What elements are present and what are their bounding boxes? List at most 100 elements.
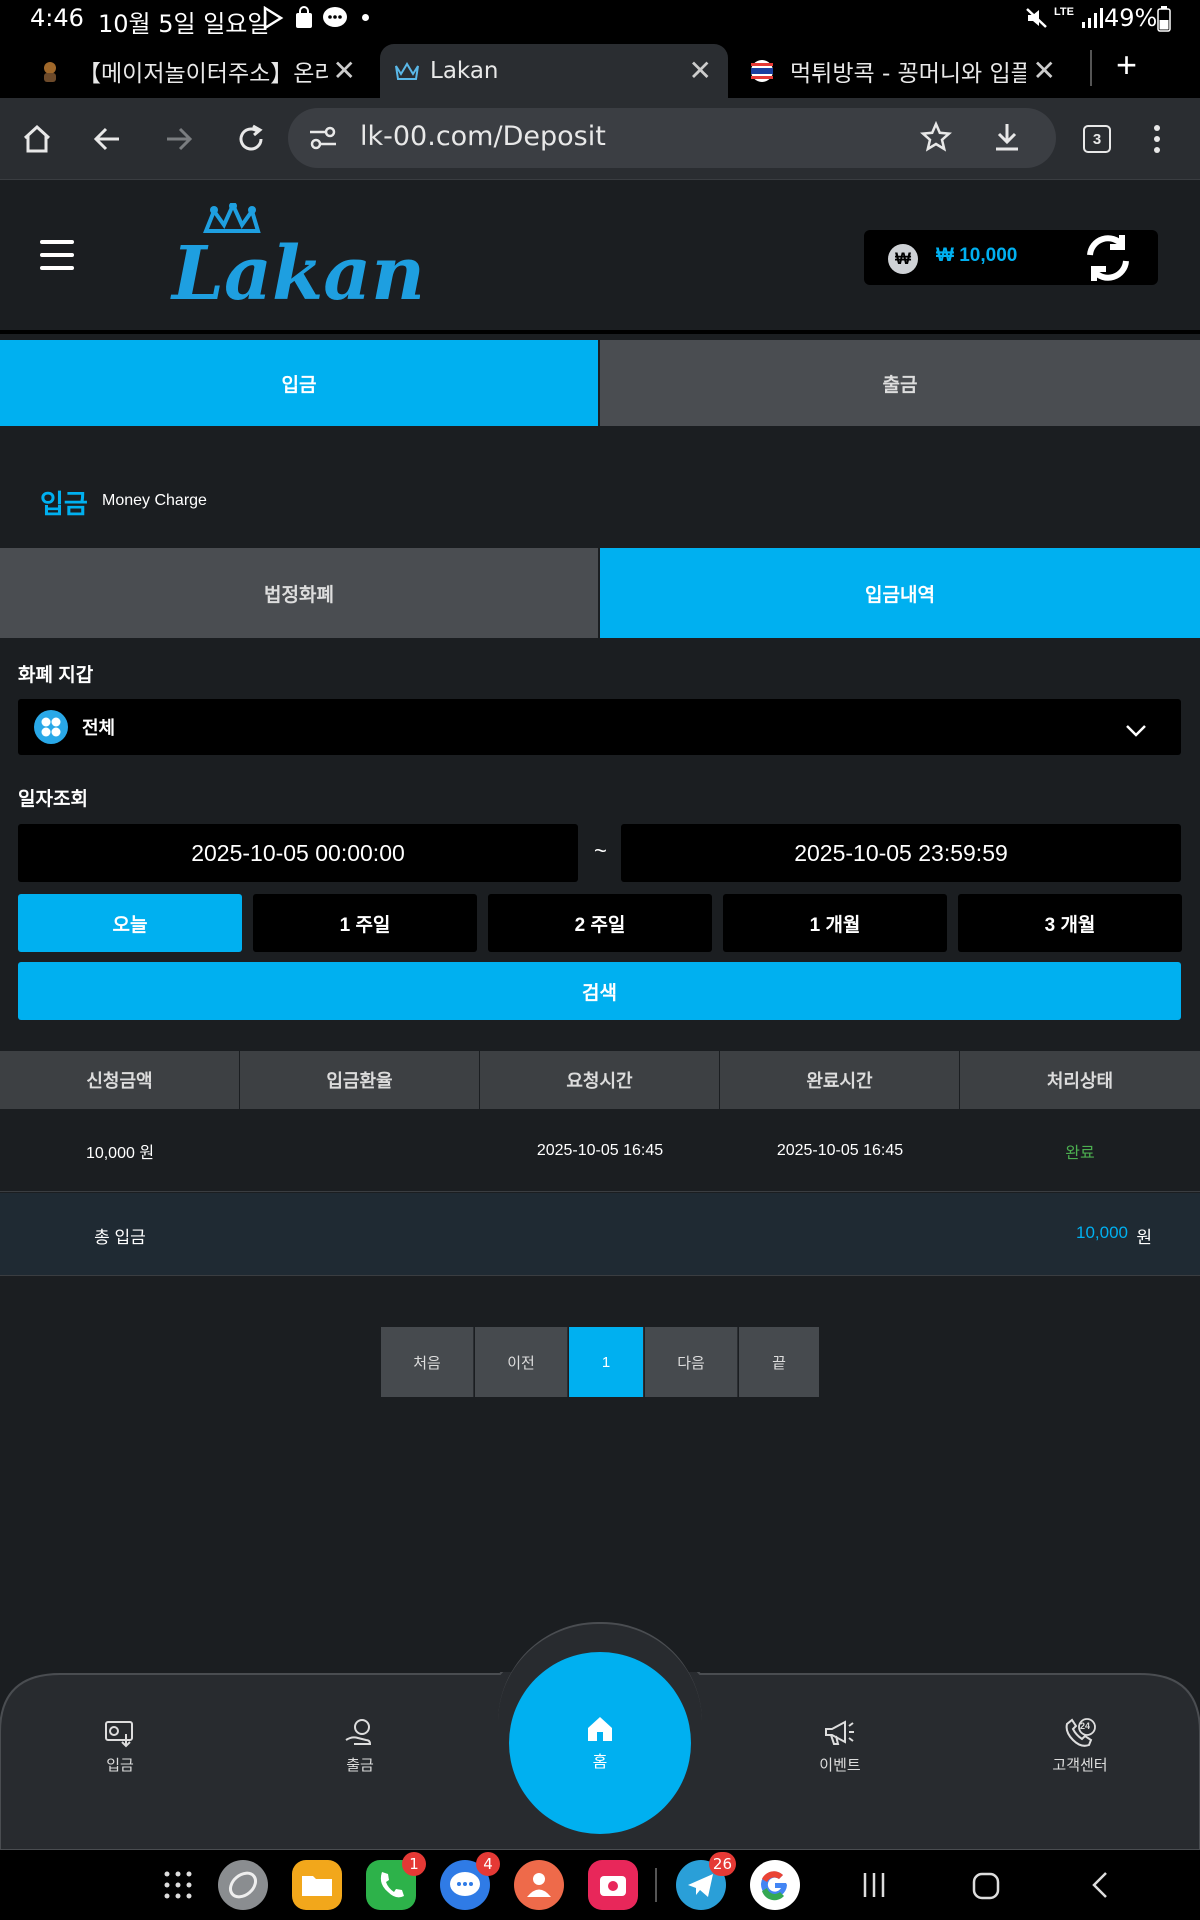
column-header-rate: 입금환율 — [240, 1051, 480, 1109]
end-date-input[interactable]: 2025-10-05 23:59:59 — [621, 824, 1181, 882]
tab-deposit-history[interactable]: 입금내역 — [600, 548, 1200, 638]
total-value: 10,000 — [1076, 1223, 1128, 1242]
mute-icon — [1024, 6, 1050, 35]
close-tab-icon[interactable]: ✕ — [333, 54, 356, 87]
chat-bubble-icon — [322, 6, 348, 35]
site-settings-icon[interactable] — [308, 123, 338, 158]
app-drawer-icon[interactable] — [163, 1870, 193, 1905]
messages-app-icon[interactable]: 4 — [440, 1852, 500, 1910]
forward-icon[interactable] — [156, 116, 202, 162]
signal-icon — [1080, 6, 1104, 35]
chevron-down-icon — [1125, 717, 1147, 744]
site-header: Lakan ₩ ₩ 10,000 — [0, 181, 1200, 334]
megaphone-icon — [825, 1720, 854, 1745]
date-filter-label: 일자조회 — [18, 789, 88, 810]
period-1week-button[interactable]: 1 주일 — [253, 894, 477, 952]
tab-deposit[interactable]: 입금 — [0, 340, 598, 426]
page-prev-button[interactable]: 이전 — [475, 1327, 568, 1397]
nav-withdraw[interactable]: 출금 — [300, 1718, 420, 1775]
logo-text: Lakan — [170, 231, 420, 313]
browser-tab-title: Lakan — [430, 58, 499, 84]
notification-dot-icon — [362, 14, 369, 21]
balance-amount: ₩ 10,000 — [936, 245, 1018, 266]
hamburger-menu-icon[interactable] — [40, 240, 74, 279]
recents-icon[interactable] — [862, 1872, 886, 1903]
nav-deposit[interactable]: 입금 — [60, 1718, 180, 1775]
all-wallets-icon — [34, 710, 68, 744]
nav-event-label: 이벤트 — [819, 1757, 861, 1774]
cell-completed: 2025-10-05 16:45 — [776, 1142, 904, 1159]
files-app-icon[interactable] — [292, 1860, 342, 1910]
contacts-app-icon[interactable] — [514, 1860, 564, 1910]
search-button[interactable]: 검색 — [18, 962, 1181, 1020]
page-current-button[interactable]: 1 — [569, 1327, 644, 1397]
wallet-balance-box: ₩ ₩ 10,000 — [864, 230, 1158, 285]
google-app-icon[interactable] — [750, 1860, 800, 1910]
deposit-icon — [105, 1721, 133, 1748]
browser-tab-title: 먹튀방콕 - 꽁머니와 입플 주는 — [790, 61, 1026, 87]
camera-app-icon[interactable] — [588, 1860, 638, 1910]
period-today-button[interactable]: 오늘 — [18, 894, 242, 952]
battery-icon — [1157, 6, 1171, 37]
wallet-select[interactable]: 전체 — [18, 699, 1181, 755]
back-nav-icon[interactable] — [1090, 1870, 1110, 1905]
column-header-requested: 요청시간 — [480, 1051, 720, 1109]
refresh-balance-icon[interactable] — [1082, 233, 1134, 288]
page-last-button[interactable]: 끝 — [739, 1327, 819, 1397]
tab-withdraw[interactable]: 출금 — [600, 340, 1200, 426]
tab-switcher-button[interactable]: 3 — [1074, 116, 1120, 162]
browser-tab-2-active[interactable]: Lakan ✕ — [380, 44, 728, 98]
total-label: 총 입금 — [94, 1228, 146, 1247]
column-header-status: 처리상태 — [960, 1051, 1200, 1109]
cell-status: 완료 — [1065, 1145, 1095, 1162]
telegram-app-icon[interactable]: 26 — [676, 1852, 736, 1910]
close-tab-icon[interactable]: ✕ — [689, 54, 712, 87]
tab-count: 3 — [1083, 125, 1111, 153]
page-first-button[interactable]: 처음 — [381, 1327, 474, 1397]
download-icon[interactable] — [992, 121, 1022, 158]
reload-icon[interactable] — [228, 116, 274, 162]
new-tab-icon[interactable]: + — [1116, 44, 1137, 86]
dock-divider — [655, 1868, 657, 1902]
period-2week-button[interactable]: 2 주일 — [488, 894, 712, 952]
internet-app-icon[interactable] — [218, 1860, 268, 1910]
browser-toolbar: lk-00.com/Deposit 3 — [0, 98, 1200, 180]
cell-rate — [240, 1110, 480, 1192]
tab-divider — [1090, 50, 1092, 86]
phone-app-icon[interactable]: 1 — [366, 1852, 426, 1910]
period-3month-button[interactable]: 3 개월 — [958, 894, 1182, 952]
withdraw-icon — [345, 1719, 372, 1745]
home-nav-icon[interactable] — [972, 1872, 1000, 1905]
site-logo[interactable]: Lakan — [170, 200, 425, 317]
nav-home-label: 홈 — [592, 1754, 608, 1771]
status-date: 10월 5일 일요일 — [98, 10, 270, 38]
more-menu-icon[interactable] — [1134, 116, 1180, 162]
messages-badge: 4 — [476, 1852, 500, 1876]
period-1month-button[interactable]: 1 개월 — [723, 894, 947, 952]
status-time: 4:46 — [30, 4, 84, 32]
wallet-filter-label: 화폐 지갑 — [18, 665, 94, 686]
browser-tab-1[interactable]: 【메이저놀이터주소】온라인 ✕ — [20, 44, 372, 98]
nav-home-button[interactable]: 홈 — [509, 1652, 691, 1834]
tab-fiat[interactable]: 법정화폐 — [0, 548, 598, 638]
total-unit: 원 — [1136, 1228, 1152, 1247]
page-next-button[interactable]: 다음 — [645, 1327, 738, 1397]
browser-tab-title: 【메이저놀이터주소】온라인 — [78, 61, 328, 87]
section-title: 입금 — [40, 489, 88, 519]
nav-deposit-label: 입금 — [106, 1757, 134, 1774]
phone-badge: 1 — [402, 1852, 426, 1876]
support-badge-text: 24 — [1080, 1721, 1091, 1731]
nav-support[interactable]: 24 고객센터 — [1020, 1718, 1140, 1775]
home-icon[interactable] — [14, 116, 60, 162]
thai-flag-favicon-icon — [750, 59, 774, 83]
bookmark-star-icon[interactable] — [919, 120, 953, 158]
back-icon[interactable] — [84, 116, 130, 162]
support-24-icon: 24 — [1063, 1718, 1097, 1748]
address-bar[interactable]: lk-00.com/Deposit — [288, 108, 1056, 168]
start-date-input[interactable]: 2025-10-05 00:00:00 — [18, 824, 578, 882]
browser-tab-3[interactable]: 먹튀방콕 - 꽁머니와 입플 주는 ✕ — [736, 44, 1072, 98]
close-tab-icon[interactable]: ✕ — [1033, 54, 1056, 87]
url-text[interactable]: lk-00.com/Deposit — [360, 121, 606, 152]
nav-event[interactable]: 이벤트 — [780, 1718, 900, 1775]
wallet-select-value: 전체 — [82, 718, 116, 738]
